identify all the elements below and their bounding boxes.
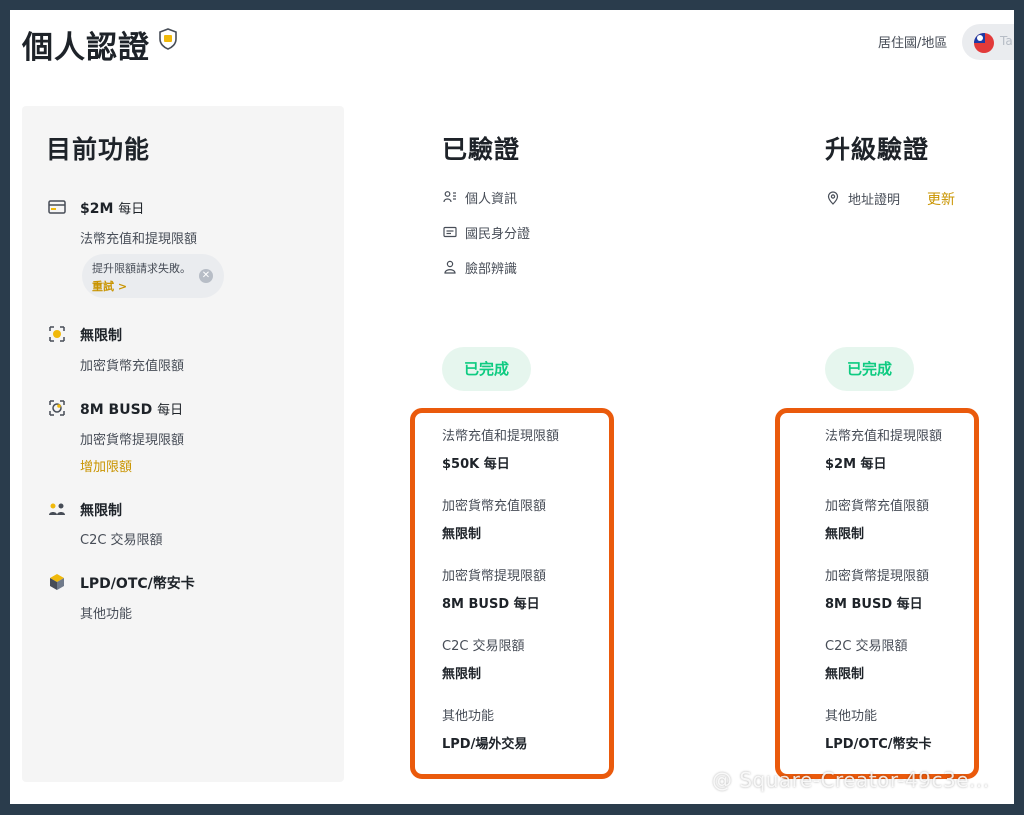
taiwan-flag-icon xyxy=(974,33,994,53)
country-abbrev: Ta xyxy=(1000,34,1013,48)
address-proof-label: 地址證明 xyxy=(848,193,901,208)
limit-value: LPD/OTC/幣安卡 xyxy=(825,737,932,752)
limit-label: 加密貨幣充值限額 xyxy=(442,499,547,514)
person-icon xyxy=(444,260,456,274)
crypto-withdraw-label: 加密貨幣提現限額 xyxy=(80,433,185,448)
crypto-withdraw-value: 8M BUSD 每日 xyxy=(80,402,184,418)
c2c-limit-label: C2C 交易限額 xyxy=(80,533,163,548)
cube-icon xyxy=(50,574,64,590)
upgrade-status-badge: 已完成 xyxy=(825,347,914,391)
fiat-limit-label: 法幣充值和提現限額 xyxy=(80,232,198,247)
limit-label: 其他功能 xyxy=(442,709,495,724)
limit-value: 8M BUSD 每日 xyxy=(442,597,540,612)
limit-value: 無限制 xyxy=(442,527,482,542)
other-features-label: 其他功能 xyxy=(80,607,133,622)
id-card-icon xyxy=(443,226,457,238)
limit-label: 加密貨幣提現限額 xyxy=(825,569,930,584)
increase-limit-link[interactable]: 增加限額 xyxy=(80,456,132,475)
limit-label: 其他功能 xyxy=(825,709,878,724)
limit-value: $2M 每日 xyxy=(825,457,887,472)
watermark-text: @ Square-Creator-49c3e... xyxy=(712,768,990,792)
limit-label: C2C 交易限額 xyxy=(825,639,908,654)
watermark-logo-icon xyxy=(684,775,704,795)
limit-value: 無限制 xyxy=(825,527,865,542)
limit-label: 法幣充值和提現限額 xyxy=(442,429,560,444)
kyc-page: 個人認證 居住國/地區 Ta 目前功能 $2M 每日 法幣充值和提現限額 提升限… xyxy=(10,10,1014,804)
close-icon[interactable]: ✕ xyxy=(199,269,213,283)
limit-value: 無限制 xyxy=(442,667,482,682)
personal-info-label: 個人資訊 xyxy=(465,192,518,207)
limit-label: 加密貨幣提現限額 xyxy=(442,569,547,584)
notice-text: 提升限額請求失敗。 xyxy=(92,262,191,275)
crypto-deposit-label: 加密貨幣充值限額 xyxy=(80,359,185,374)
shield-badge-icon xyxy=(159,28,177,50)
c2c-limit-value: 無限制 xyxy=(80,503,122,519)
crypto-deposit-icon xyxy=(49,326,65,342)
crypto-deposit-value: 無限制 xyxy=(80,328,122,344)
face-verification-label: 臉部辨識 xyxy=(465,262,518,277)
location-icon xyxy=(827,191,839,205)
crypto-withdraw-icon xyxy=(49,400,65,416)
limit-label: C2C 交易限額 xyxy=(442,639,525,654)
other-features-value: LPD/OTC/幣安卡 xyxy=(80,576,195,592)
verified-title: 已驗證 xyxy=(442,135,521,164)
limit-value: 無限制 xyxy=(825,667,865,682)
verified-status-badge: 已完成 xyxy=(442,347,531,391)
card-icon xyxy=(48,200,66,214)
limit-value: 8M BUSD 每日 xyxy=(825,597,923,612)
limit-value: $50K 每日 xyxy=(442,457,510,472)
retry-link[interactable]: 重試 > xyxy=(92,278,127,294)
update-link[interactable]: 更新 xyxy=(927,189,955,209)
fiat-limit-value: $2M 每日 xyxy=(80,201,145,217)
upgrade-title: 升級驗證 xyxy=(825,135,930,164)
limit-label: 加密貨幣充值限額 xyxy=(825,499,930,514)
limit-label: 法幣充值和提現限額 xyxy=(825,429,943,444)
page-title: 個人認證 xyxy=(22,30,150,66)
users-icon xyxy=(49,503,65,515)
national-id-label: 國民身分證 xyxy=(465,227,531,242)
limit-value: LPD/場外交易 xyxy=(442,737,528,752)
current-features-title: 目前功能 xyxy=(46,135,151,164)
personal-info-icon xyxy=(443,191,456,203)
residence-label: 居住國/地區 xyxy=(878,36,948,51)
